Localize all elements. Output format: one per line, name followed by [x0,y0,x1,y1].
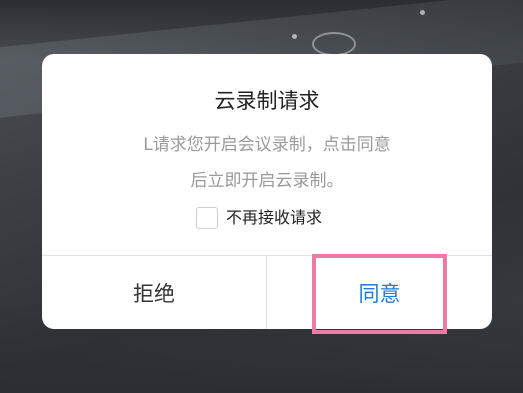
do-not-receive-label: 不再接收请求 [226,208,323,227]
background-light-dot [420,10,425,15]
meeting-screen: 云录制请求 L请求您开启会议录制，点击同意 后立即开启云录制。 不再接收请求 拒… [0,0,523,393]
accept-button[interactable]: 同意 [267,256,492,329]
dialog-title: 云录制请求 [214,89,320,113]
reject-button[interactable]: 拒绝 [42,256,266,329]
background-light-dot [292,34,297,39]
cloud-recording-request-dialog: 云录制请求 L请求您开启会议录制，点击同意 后立即开启云录制。 不再接收请求 拒… [42,54,492,329]
do-not-receive-checkbox-row[interactable]: 不再接收请求 [196,206,322,230]
dialog-message-line: L请求您开启会议录制，点击同意 [143,135,391,155]
do-not-receive-checkbox[interactable] [196,207,218,229]
dialog-message-line: 后立即开启云录制。 [190,171,344,191]
dialog-message: L请求您开启会议录制，点击同意 后立即开启云录制。 [42,127,492,199]
background-lamp [312,32,356,56]
